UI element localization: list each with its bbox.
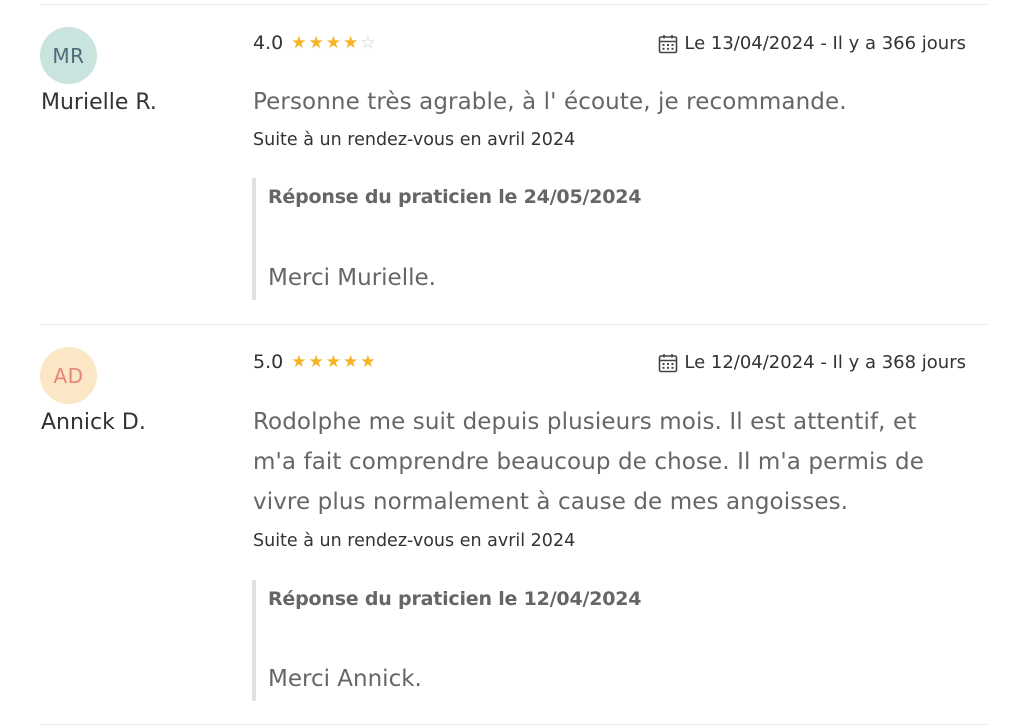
star-icon: ★ [342,32,359,53]
author-name: Murielle R. [41,90,157,115]
bottom-divider [40,724,987,725]
author-name: Annick D. [41,410,146,435]
star-icon: ★ [308,351,324,372]
practitioner-response: Réponse du praticien le 24/05/2024 Merci… [252,178,936,300]
visit-info: Suite à un rendez-vous en avril 2024 [253,531,576,551]
rating-value: 5.0 [253,351,284,373]
avatar: AD [40,347,97,404]
avatar-initials: MR [52,43,85,68]
avatar-initials: AD [53,363,84,388]
rating: 5.0 ★ ★ ★ ★ ★ [253,351,375,373]
review-comment: Rodolphe me suit depuis plusieurs mois. … [253,409,924,515]
rating: 4.0 ★ ★ ★ ★ ☆ [253,32,375,54]
rating-stars: ★ ★ ★ ★ ☆ [291,32,376,53]
review-date: Le 12/04/2024 - Il y a 368 jours [658,352,966,373]
star-icon: ★ [342,351,359,372]
star-icon: ★ [308,32,324,53]
top-divider [40,4,987,5]
star-icon: ★ [360,351,376,372]
response-title: Réponse du praticien le 12/04/2024 [268,588,642,610]
star-icon: ★ [291,351,307,372]
rating-stars: ★ ★ ★ ★ ★ [291,351,376,372]
practitioner-response: Réponse du praticien le 12/04/2024 Merci… [252,580,936,701]
review-comment: Personne très agrable, à l' écoute, je r… [253,89,847,115]
date-text: Le 13/04/2024 - Il y a 366 jours [684,33,966,54]
calendar-icon [659,34,678,53]
review-divider [40,324,987,325]
date-text: Le 12/04/2024 - Il y a 368 jours [684,352,966,373]
response-title: Réponse du praticien le 24/05/2024 [268,186,642,208]
response-text: Merci Murielle. [268,265,436,291]
star-empty-icon: ☆ [360,32,376,53]
star-icon: ★ [291,32,307,53]
star-icon: ★ [325,351,341,372]
visit-info: Suite à un rendez-vous en avril 2024 [253,130,576,150]
star-icon: ★ [325,32,341,53]
review-date: Le 13/04/2024 - Il y a 366 jours [658,33,966,54]
rating-value: 4.0 [253,32,284,54]
avatar: MR [40,27,97,84]
response-text: Merci Annick. [268,666,422,692]
calendar-icon [659,353,678,372]
